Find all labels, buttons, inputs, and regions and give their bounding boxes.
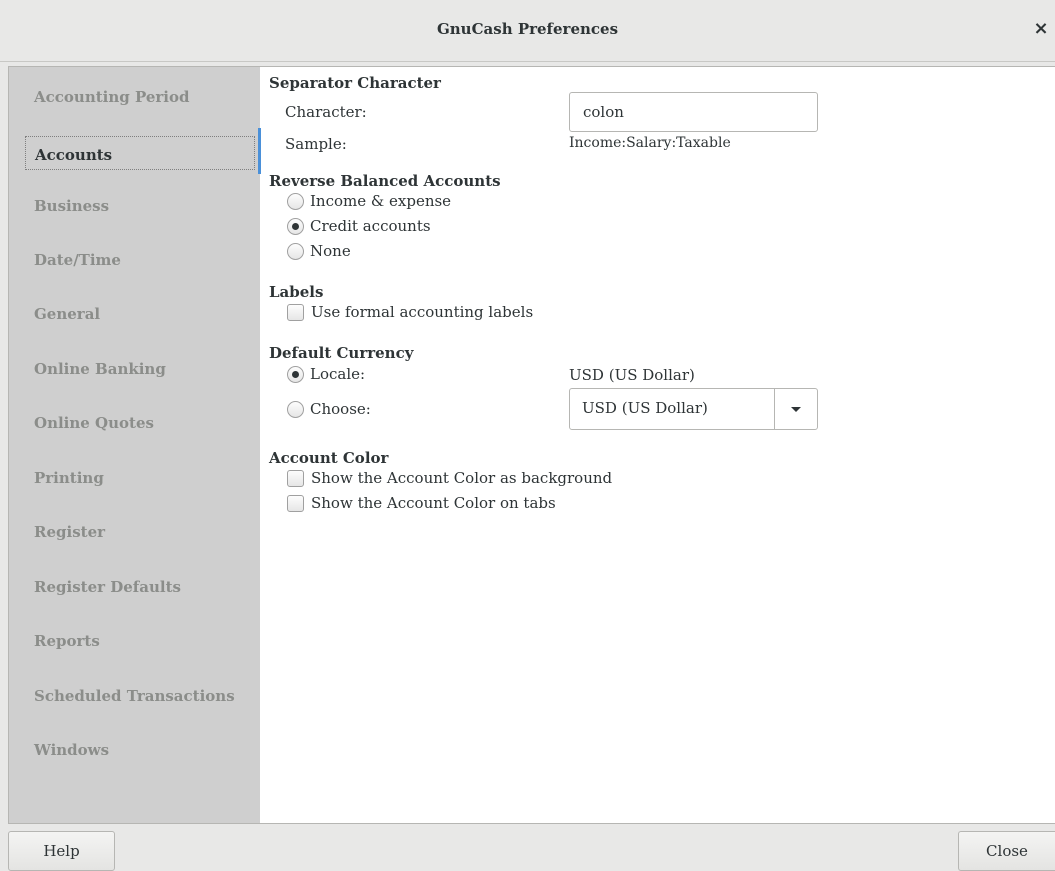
- radio-button[interactable]: [287, 400, 304, 418]
- sample-label: Sample:: [285, 135, 347, 153]
- close-icon[interactable]: ×: [1031, 19, 1051, 39]
- currency-select[interactable]: USD (US Dollar): [569, 388, 818, 430]
- labels-heading: Labels: [269, 283, 324, 301]
- tab-register[interactable]: Register: [34, 523, 105, 541]
- sample-value: Income:Salary:Taxable: [569, 135, 731, 151]
- help-button[interactable]: Help: [8, 831, 115, 871]
- checkbox-label: Show the Account Color on tabs: [311, 494, 556, 512]
- radio-button[interactable]: [287, 217, 304, 235]
- locale-currency-value: USD (US Dollar): [569, 366, 695, 384]
- dropdown-button[interactable]: [774, 389, 817, 429]
- radio-label: Locale:: [310, 365, 366, 383]
- radio-button[interactable]: [287, 242, 304, 260]
- sidebar: Accounting Period Accounts Business Date…: [9, 67, 261, 823]
- formal-labels-checkbox[interactable]: Use formal accounting labels: [287, 303, 533, 321]
- radio-label: None: [310, 242, 351, 260]
- close-button[interactable]: Close: [958, 831, 1055, 871]
- character-label: Character:: [285, 103, 367, 121]
- tab-general[interactable]: General: [34, 305, 100, 323]
- tab-accounting-period[interactable]: Accounting Period: [34, 88, 189, 106]
- radio-label: Choose:: [310, 400, 371, 418]
- separator-heading: Separator Character: [269, 74, 441, 92]
- character-input[interactable]: [569, 92, 818, 132]
- currency-heading: Default Currency: [269, 344, 414, 362]
- radio-label: Credit accounts: [310, 217, 431, 235]
- tab-register-defaults[interactable]: Register Defaults: [34, 578, 181, 596]
- checkbox[interactable]: [287, 469, 304, 487]
- window-title: GnuCash Preferences: [436, 20, 619, 38]
- checkbox-label: Use formal accounting labels: [311, 303, 534, 321]
- tab-scheduled-transactions[interactable]: Scheduled Transactions: [34, 687, 235, 705]
- tab-reports[interactable]: Reports: [34, 632, 100, 650]
- radio-button[interactable]: [287, 365, 304, 383]
- radio-button[interactable]: [287, 192, 304, 210]
- preferences-frame: Accounting Period Accounts Business Date…: [8, 66, 1055, 824]
- title-bar: GnuCash Preferences ×: [0, 0, 1055, 62]
- account-color-heading: Account Color: [269, 449, 389, 467]
- radio-income-expense[interactable]: Income & expense: [287, 192, 451, 210]
- tab-printing[interactable]: Printing: [34, 469, 104, 487]
- active-tab-indicator: [258, 128, 261, 174]
- tab-online-quotes[interactable]: Online Quotes: [34, 414, 154, 432]
- currency-select-value: USD (US Dollar): [582, 399, 708, 417]
- chevron-down-icon: [791, 406, 801, 412]
- radio-label: Income & expense: [310, 192, 452, 210]
- tab-windows[interactable]: Windows: [34, 741, 109, 759]
- radio-choose[interactable]: Choose:: [287, 400, 371, 418]
- radio-credit-accounts[interactable]: Credit accounts: [287, 217, 431, 235]
- color-tabs-checkbox[interactable]: Show the Account Color on tabs: [287, 494, 556, 512]
- checkbox-label: Show the Account Color as background: [311, 469, 613, 487]
- tab-online-banking[interactable]: Online Banking: [34, 360, 166, 378]
- checkbox[interactable]: [287, 303, 304, 321]
- checkbox[interactable]: [287, 494, 304, 512]
- reverse-heading: Reverse Balanced Accounts: [269, 172, 501, 190]
- accounts-page: Separator Character Character: Sample: I…: [269, 67, 1055, 823]
- radio-none[interactable]: None: [287, 242, 351, 260]
- tab-date-time[interactable]: Date/Time: [34, 251, 121, 269]
- radio-locale[interactable]: Locale:: [287, 365, 365, 383]
- tab-business[interactable]: Business: [34, 197, 109, 215]
- tab-accounts[interactable]: Accounts: [25, 136, 255, 170]
- color-background-checkbox[interactable]: Show the Account Color as background: [287, 469, 612, 487]
